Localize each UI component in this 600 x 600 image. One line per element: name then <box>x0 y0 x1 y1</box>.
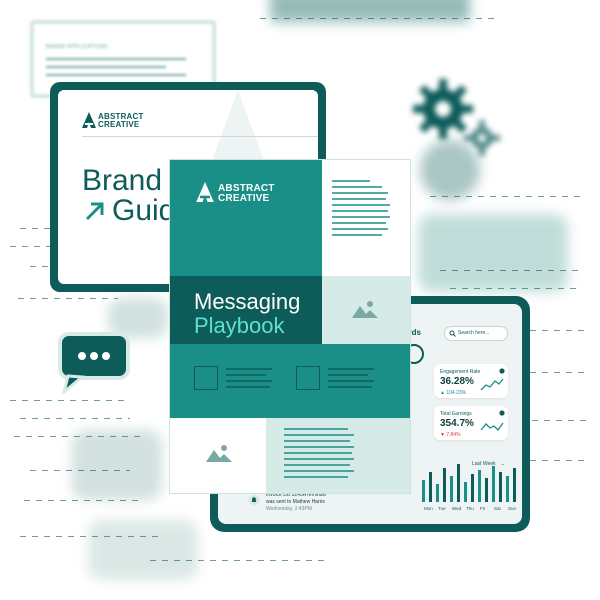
text-column <box>322 160 410 276</box>
playbook-title-band: Messaging Playbook <box>170 276 322 344</box>
search-placeholder: Search here... <box>458 330 490 336</box>
text-line <box>46 58 186 60</box>
day-label: Wed <box>452 506 462 511</box>
notification-line-1: Invoice DB 3145A reminder <box>266 492 327 498</box>
decor-line <box>530 460 590 461</box>
arrow-up-right-icon <box>85 202 104 221</box>
brand-title-line-2: Guid <box>112 194 176 227</box>
bar <box>478 470 481 502</box>
bar <box>513 468 516 502</box>
bar <box>471 474 474 502</box>
logo-line-2: CREATIVE <box>98 120 140 129</box>
logo-wordmark: ABSTRACT CREATIVE <box>218 184 275 204</box>
day-label: Sun <box>508 506 517 511</box>
up-arrow-icon: ▲ <box>440 390 445 396</box>
logo-wordmark: ABSTRACT CREATIVE <box>98 113 144 129</box>
day-label: Sat <box>494 506 502 511</box>
text-column <box>266 418 410 493</box>
kpi-value: 36.28% <box>440 376 474 387</box>
day-label: Mon <box>424 506 433 511</box>
decor-line <box>14 436 144 437</box>
checkbox-square-icon <box>194 366 218 390</box>
kpi-label: Total Earnings <box>440 411 472 417</box>
notification-line-3: Wednesday, 2:43PM <box>266 506 312 512</box>
decor-line <box>30 470 130 471</box>
decor-line <box>530 372 590 373</box>
search-icon <box>449 330 456 337</box>
bar <box>443 468 446 502</box>
bar <box>506 476 509 502</box>
bottom-left-blur-panel <box>72 430 162 500</box>
text-line <box>46 74 186 76</box>
checkbox-square-icon <box>296 366 320 390</box>
decor-line <box>530 330 590 331</box>
card-label: BRAND APPLICATIONS <box>46 44 108 50</box>
bar <box>464 482 467 502</box>
down-arrow-icon: ▼ <box>440 432 445 438</box>
weekly-bar-chart: Mon Tue Wed Thu Fri Sat Sun <box>422 464 517 511</box>
right-blur-panel <box>418 214 568 292</box>
kpi-delta-value: 104.23% <box>446 390 467 396</box>
bar <box>436 484 439 502</box>
kpi-label: Engagement Rate <box>440 369 481 375</box>
decor-line <box>20 536 160 537</box>
logo-line-2: CREATIVE <box>218 193 270 204</box>
engagement-rate-card[interactable]: Engagement Rate 36.28% ▲ 104.23% <box>434 364 508 398</box>
playbook-title: Messaging <box>194 289 301 314</box>
kpi-delta-value: 7.84% <box>446 432 461 438</box>
sparkline <box>480 378 504 391</box>
decor-line <box>430 196 580 197</box>
abstract-creative-logo-icon <box>82 112 96 128</box>
decor-line <box>18 298 118 299</box>
decor-line <box>150 560 330 561</box>
info-icon <box>499 410 505 416</box>
marketing-illustration: BRAND APPLICATIONS ABSTRACT CREATIVE Bra… <box>0 0 600 600</box>
image-placeholder <box>322 276 410 344</box>
search-input[interactable]: Search here... <box>444 326 508 341</box>
total-earnings-card[interactable]: Total Earnings 354.7% ▼ 7.84% <box>434 406 508 440</box>
decor-line <box>260 18 500 19</box>
decor-line <box>10 400 130 401</box>
decor-line <box>24 500 144 501</box>
bottom-left-blur-panel-2 <box>88 520 198 580</box>
gear-icon <box>464 120 500 156</box>
day-label: Tue <box>438 506 446 511</box>
info-icon <box>499 368 505 374</box>
decor-line <box>440 270 580 271</box>
messaging-playbook: ABSTRACT CREATIVE Messaging Playbook <box>170 160 410 493</box>
bar <box>429 472 432 502</box>
kpi-delta: ▼ 7.84% <box>440 432 461 438</box>
chat-bubble-icon <box>58 332 130 394</box>
decor-line <box>532 420 590 421</box>
kpi-value: 354.7% <box>440 418 474 429</box>
bar <box>499 472 502 502</box>
decor-line <box>450 288 580 289</box>
text-line <box>46 66 166 68</box>
image-icon <box>352 301 378 318</box>
decor-line <box>20 418 130 419</box>
bar <box>492 466 495 502</box>
brand-title-line-1: Brand <box>82 164 163 197</box>
notification-line-2: was sent to Mathew Harris <box>266 499 325 505</box>
bar <box>457 464 460 502</box>
bar <box>450 476 453 502</box>
abstract-creative-logo-icon <box>196 182 214 202</box>
image-placeholder <box>170 418 266 493</box>
playbook-subtitle: Playbook <box>194 313 285 338</box>
playbook-middle-band <box>170 344 410 418</box>
playbook-cover-block: ABSTRACT CREATIVE <box>170 160 322 276</box>
kpi-delta: ▲ 104.23% <box>440 390 466 396</box>
image-icon <box>206 445 232 462</box>
day-label: Fri <box>480 506 485 511</box>
bar <box>422 480 425 502</box>
bar <box>485 478 488 502</box>
day-label: Thu <box>466 506 474 511</box>
divider <box>82 136 318 137</box>
bell-icon <box>248 494 260 506</box>
sparkline <box>480 422 504 432</box>
